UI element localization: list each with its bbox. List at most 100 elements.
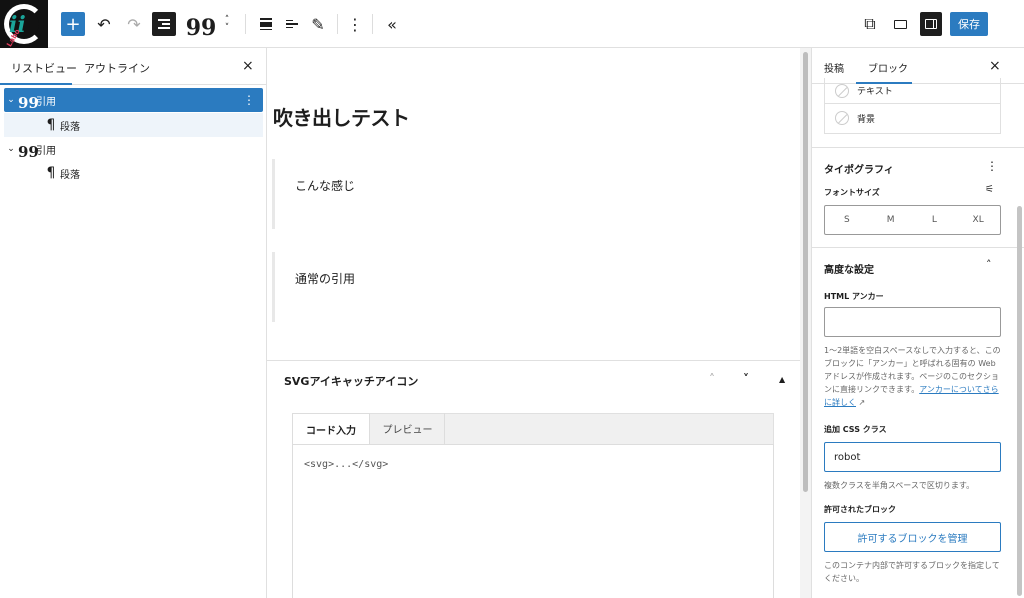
block-type-quote-button[interactable]: 99 (186, 12, 217, 41)
chevron-down-icon[interactable]: ⌄ (4, 95, 18, 105)
settings-toggle-button[interactable] (920, 12, 942, 36)
site-logo[interactable]: ii Labo (0, 0, 48, 48)
list-item-label: 段落 (60, 121, 80, 133)
active-tab-indicator (0, 83, 72, 85)
document-overview-button[interactable] (152, 12, 176, 36)
allowed-blocks-help: このコンテナ内部で許可するブロックを指定してください。 (824, 561, 1000, 583)
chevron-down-icon[interactable]: ⌄ (4, 144, 18, 154)
add-block-button[interactable]: + (61, 12, 85, 36)
tab-block[interactable]: ブロック (868, 60, 908, 75)
advanced-title[interactable]: 高度な設定 (824, 261, 874, 276)
close-icon[interactable]: × (242, 58, 254, 74)
color-text-option[interactable]: テキスト (825, 78, 1001, 104)
list-item-quote[interactable]: ⌄ 99 引用 (4, 137, 263, 161)
chevron-down-icon[interactable]: ˅ (743, 372, 749, 386)
undo-icon: ↶ (97, 14, 111, 34)
font-size-l[interactable]: L (913, 206, 957, 234)
external-link-icon: ↗ (858, 398, 866, 407)
move-down-icon[interactable]: ˅ (225, 24, 230, 33)
typography-title: タイポグラフィ (824, 165, 894, 176)
post-title[interactable]: 吹き出しテスト (273, 102, 410, 131)
font-size-picker: S M L XL (824, 205, 1001, 235)
html-anchor-input[interactable] (824, 307, 1001, 337)
align-wide-icon (260, 18, 272, 30)
settings-sliders-icon[interactable]: ⚟ (985, 184, 994, 195)
color-label: テキスト (857, 87, 893, 97)
tab-outline[interactable]: アウトライン (84, 60, 150, 76)
css-class-input[interactable] (824, 442, 1001, 472)
tab-code-input[interactable]: コード入力 (292, 413, 370, 444)
chevron-up-icon[interactable]: ˄ (986, 258, 992, 271)
html-anchor-label: HTML アンカー (824, 292, 884, 301)
paragraph-icon: ¶ (46, 117, 56, 133)
chevron-double-left-icon: « (387, 14, 397, 34)
color-background-option[interactable]: 背景 (835, 105, 875, 131)
manage-allowed-blocks-button[interactable]: 許可するブロックを管理 (824, 522, 1001, 552)
justify-button[interactable] (282, 12, 302, 36)
external-link-icon: ⧉ (864, 14, 876, 33)
font-size-label: フォントサイズ (824, 188, 880, 197)
color-label: 背景 (857, 114, 876, 125)
device-preview-button[interactable] (890, 12, 910, 36)
scrollbar-thumb[interactable] (1017, 206, 1022, 596)
list-view-panel: リストビュー アウトライン × ⌄ 99 引用 ⋮ ¶ 段落 ⌄ 99 引用 ¶… (0, 48, 267, 598)
panel-divider (812, 147, 1024, 148)
quote-block[interactable]: こんな感じ (272, 159, 792, 229)
redo-icon: ↷ (127, 14, 141, 34)
sidebar-icon (925, 19, 937, 29)
toolbar-divider (337, 14, 338, 34)
list-item-quote[interactable]: ⌄ 99 引用 ⋮ (4, 88, 263, 112)
block-options-button[interactable]: ⋮ (347, 12, 363, 36)
tab-preview[interactable]: プレビュー (371, 413, 445, 444)
allowed-blocks-label: 許可されたブロック (824, 505, 896, 514)
save-button[interactable]: 保存 (950, 12, 988, 36)
list-item-label: 引用 (36, 145, 56, 157)
move-block-control[interactable]: ˄ ˅ (220, 12, 234, 36)
svg-code-value: <svg>...</svg> (304, 459, 389, 470)
color-swatch-icon (835, 111, 849, 125)
list-item-paragraph[interactable]: ¶ 段落 (4, 113, 263, 137)
metabox-title[interactable]: SVGアイキャッチアイコン (284, 373, 418, 389)
redo-button[interactable]: ↷ (124, 12, 144, 36)
quote-paragraph[interactable]: こんな感じ (295, 177, 355, 194)
tab-post[interactable]: 投稿 (824, 60, 844, 75)
svg-eyecatch-metabox: SVGアイキャッチアイコン ˄ ˅ ▲ コード入力 プレビュー <svg>...… (267, 360, 800, 598)
color-settings: テキスト 背景 (824, 78, 1001, 134)
font-size-s[interactable]: S (825, 206, 869, 234)
css-class-help: 複数クラスを半角スペースで区切ります。 (824, 481, 975, 490)
toggle-panel-icon[interactable]: ▲ (779, 375, 785, 384)
brush-icon: ✎ (311, 14, 325, 34)
more-vertical-icon[interactable]: ⋮ (986, 159, 998, 173)
view-post-button[interactable]: ⧉ (860, 12, 880, 36)
font-size-m[interactable]: M (869, 206, 913, 234)
undo-button[interactable]: ↶ (94, 12, 114, 36)
scrollbar-thumb[interactable] (803, 52, 808, 492)
font-size-xl[interactable]: XL (956, 206, 1000, 234)
quote-icon: 99 (18, 143, 39, 161)
quote-icon: 99 (18, 94, 39, 112)
list-item-label: 引用 (36, 96, 56, 108)
list-view-icon (158, 19, 170, 29)
html-anchor-help: 1〜2単語を空白スペースなしで入力すると、このブロックに「アンカー」と呼ばれる固… (824, 344, 1004, 409)
toolbar-divider (245, 14, 246, 34)
css-class-label: 追加 CSS クラス (824, 425, 887, 434)
panel-divider (812, 247, 1024, 248)
align-button[interactable] (256, 12, 276, 36)
desktop-icon (893, 19, 907, 29)
quote-block[interactable]: 通常の引用 (272, 252, 792, 322)
settings-sidebar: 投稿 ブロック × テキスト 背景 タイポグラフィ ⋮ フォントサイズ ⚟ S … (811, 48, 1024, 598)
more-vertical-icon[interactable]: ⋮ (243, 93, 255, 107)
collapse-toolbar-button[interactable]: « (382, 12, 402, 36)
color-swatch-icon (835, 83, 849, 98)
editor-scrollbar[interactable] (800, 48, 811, 598)
list-item-paragraph[interactable]: ¶ 段落 (4, 161, 263, 185)
styles-button[interactable]: ✎ (308, 12, 328, 36)
svg-code-textarea[interactable]: <svg>...</svg> (292, 444, 774, 598)
chevron-up-icon[interactable]: ˄ (709, 372, 715, 386)
editor-canvas: 吹き出しテスト こんな感じ 通常の引用 SVGアイキャッチアイコン ˄ ˅ ▲ … (267, 48, 800, 598)
quote-paragraph[interactable]: 通常の引用 (295, 270, 355, 287)
close-icon[interactable]: × (989, 58, 1001, 74)
tab-list-view[interactable]: リストビュー (11, 60, 77, 76)
quote-icon: 99 (185, 15, 217, 41)
sidebar-scrollbar[interactable] (1013, 86, 1024, 598)
